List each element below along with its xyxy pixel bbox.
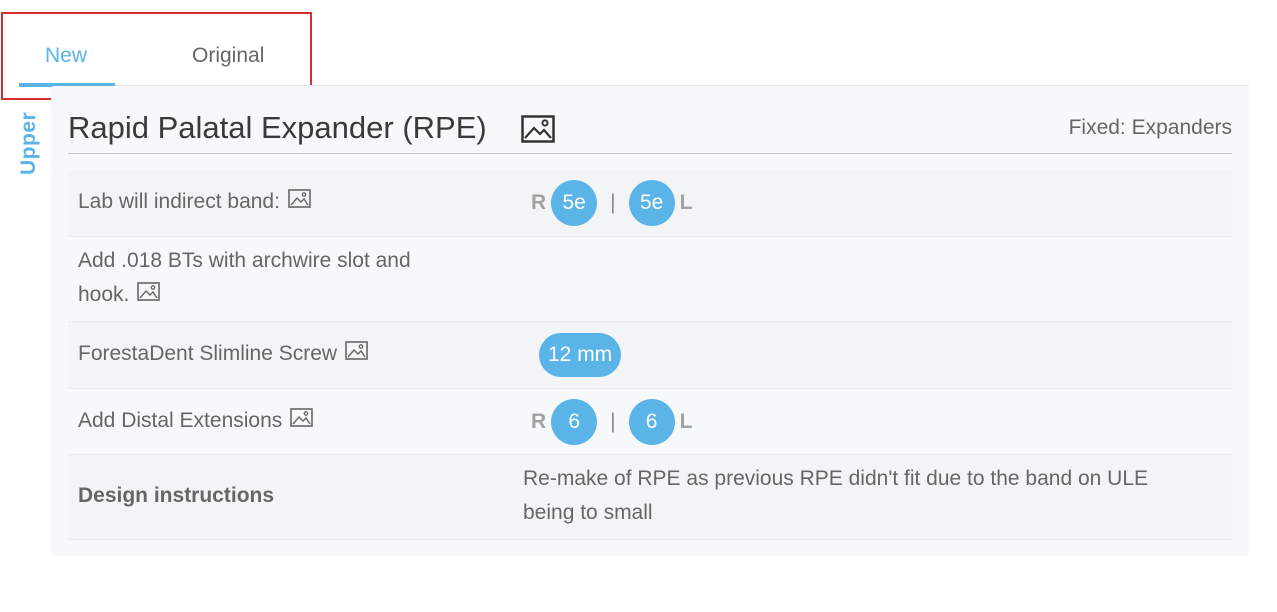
right-side-marker: R: [531, 410, 547, 433]
separator: |: [610, 191, 616, 214]
row-screw: ForestaDent Slimline Screw 12 mm: [68, 322, 1232, 389]
tooth-badge-left: 5e: [628, 180, 675, 226]
design-instructions-line1: Re-make of RPE as previous RPE didn't fi…: [523, 467, 1149, 490]
row-label-line2: hook.: [78, 283, 130, 306]
tooth-selection: R 6 | 6 L: [531, 399, 692, 445]
separator: |: [610, 410, 616, 433]
design-instructions-label: Design instructions: [78, 484, 275, 507]
tooth-badge-right: 5e: [551, 180, 598, 226]
row-label: ForestaDent Slimline Screw: [78, 337, 368, 371]
left-side-marker: L: [679, 191, 693, 214]
image-icon[interactable]: [521, 115, 555, 148]
screw-size: 12 mm: [539, 333, 622, 377]
row-label: Add .018 BTs with archwire slot and hook…: [78, 244, 411, 312]
image-icon[interactable]: [137, 278, 161, 312]
row-label-line1: Add .018 BTs with archwire slot and: [78, 249, 411, 272]
side-label-upper: Upper: [17, 111, 40, 175]
appliance-title: Rapid Palatal Expander (RPE): [68, 110, 487, 145]
tooth-badge-left: 6: [628, 399, 675, 445]
design-instructions-text: Re-make of RPE as previous RPE didn't fi…: [523, 462, 1148, 530]
image-icon[interactable]: [290, 404, 314, 438]
right-side-marker: R: [531, 191, 547, 214]
tooth-selection: R 5e | 5e L: [531, 180, 692, 226]
row-label-text: Lab will indirect band:: [78, 190, 280, 213]
row-label: Add Distal Extensions: [78, 404, 314, 438]
screw-size-badge: 12 mm: [539, 333, 622, 377]
row-design-instructions: Design instructions Re-make of RPE as pr…: [68, 455, 1232, 540]
title-divider: [68, 153, 1232, 154]
tab-new[interactable]: New: [45, 44, 87, 68]
row-label-text: ForestaDent Slimline Screw: [78, 342, 338, 365]
image-icon[interactable]: [345, 337, 368, 371]
tooth-badge-right: 6: [551, 399, 598, 445]
row-add-bts: Add .018 BTs with archwire slot and hook…: [68, 237, 1232, 322]
row-distal-extensions: Add Distal Extensions R 6 | 6 L: [68, 389, 1232, 455]
row-indirect-band: Lab will indirect band: R 5e | 5e L: [68, 170, 1232, 237]
appliance-category: Fixed: Expanders: [1068, 116, 1232, 139]
image-icon[interactable]: [288, 185, 311, 219]
left-side-marker: L: [679, 410, 693, 433]
row-label-text: Add Distal Extensions: [78, 409, 283, 432]
tab-original[interactable]: Original: [192, 44, 264, 68]
row-label: Lab will indirect band:: [78, 185, 311, 219]
design-instructions-line2: being to small: [523, 501, 653, 524]
